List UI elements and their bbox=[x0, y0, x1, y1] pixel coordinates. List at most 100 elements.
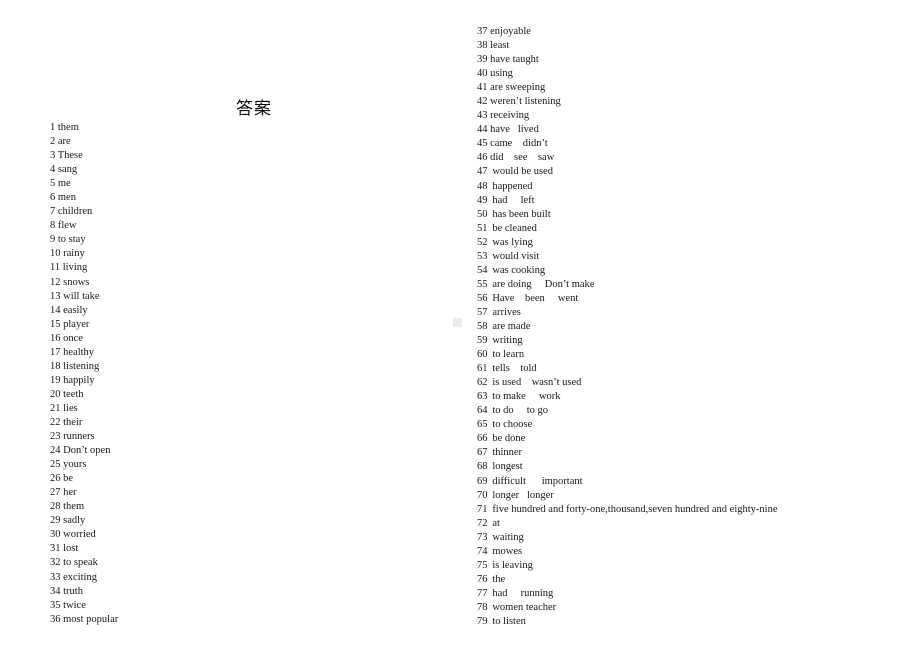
answer-text: was lying bbox=[492, 236, 533, 248]
answer-line: 59 writing bbox=[477, 334, 777, 348]
answer-text: lies bbox=[63, 402, 78, 414]
answer-number: 40 bbox=[477, 68, 488, 80]
answer-line: 11 living bbox=[50, 261, 118, 275]
answer-line: 37 enjoyable bbox=[477, 25, 777, 39]
answer-number: 1 bbox=[50, 122, 56, 133]
answer-line: 62 is used wasn’t used bbox=[477, 376, 777, 390]
answer-line: 72 at bbox=[477, 517, 777, 531]
answer-text: did see saw bbox=[490, 152, 555, 164]
answer-line: 38 least bbox=[477, 39, 777, 53]
answer-number: 29 bbox=[50, 515, 61, 527]
answer-text: has been built bbox=[492, 208, 551, 220]
answer-text: their bbox=[63, 416, 83, 428]
answer-line: 55 are doing Don’t make bbox=[477, 278, 777, 292]
answer-text: to stay bbox=[57, 234, 86, 246]
answer-number: 75 bbox=[477, 559, 488, 571]
answer-line: 4 sang bbox=[50, 163, 118, 177]
answer-text: tells told bbox=[492, 363, 537, 375]
answer-text: have taught bbox=[490, 54, 539, 66]
answer-number: 79 bbox=[477, 615, 488, 627]
answer-number: 22 bbox=[50, 416, 61, 428]
answer-line: 30 worried bbox=[50, 528, 118, 542]
answer-number: 28 bbox=[50, 501, 61, 513]
answer-text: to learn bbox=[492, 349, 525, 361]
answer-number: 77 bbox=[477, 587, 488, 599]
answers-column-right: 37 enjoyable 38 least 39 have taught 40 usi… bbox=[477, 25, 777, 629]
answer-line: 3 These bbox=[50, 149, 118, 163]
answer-text: is used wasn’t used bbox=[492, 377, 582, 389]
answer-number: 57 bbox=[477, 306, 488, 318]
answer-number: 4 bbox=[50, 164, 56, 176]
answer-text: difficult important bbox=[492, 475, 583, 487]
answer-text: once bbox=[63, 332, 83, 344]
answer-text: came didn’t bbox=[490, 138, 548, 150]
answer-number: 20 bbox=[50, 388, 61, 400]
document-page: 答案 1 them 2 are 3 These 4 sang 5 me 6 men 7 ch… bbox=[0, 0, 920, 650]
answer-text: to listen bbox=[492, 615, 526, 627]
answer-number: 72 bbox=[477, 517, 488, 529]
answer-text: would be used bbox=[492, 166, 553, 178]
page-title: 答案 bbox=[236, 99, 272, 119]
answer-number: 17 bbox=[50, 346, 61, 358]
answer-text: happened bbox=[492, 180, 533, 192]
answer-text: using bbox=[490, 68, 513, 80]
answer-text: sadly bbox=[63, 515, 86, 527]
answer-text: longer longer bbox=[492, 489, 554, 501]
answer-line: 25 yours bbox=[50, 458, 118, 472]
answer-text: to speak bbox=[63, 557, 98, 569]
answer-number: 9 bbox=[50, 234, 56, 246]
answer-line: 66 be done bbox=[477, 432, 777, 446]
answer-number: 54 bbox=[477, 264, 488, 276]
answer-number: 32 bbox=[50, 557, 61, 569]
answer-number: 45 bbox=[477, 138, 488, 150]
answer-text: sang bbox=[57, 164, 78, 176]
answer-line: 70 longer longer bbox=[477, 489, 777, 503]
answer-line: 2 are bbox=[50, 135, 118, 149]
answer-number: 60 bbox=[477, 349, 488, 361]
answer-text: healthy bbox=[63, 346, 95, 358]
answer-text: had left bbox=[492, 194, 535, 206]
answer-number: 71 bbox=[477, 503, 488, 515]
answer-text: her bbox=[63, 487, 77, 499]
answer-number: 46 bbox=[477, 152, 488, 164]
answer-number: 78 bbox=[477, 601, 488, 613]
answer-text: listening bbox=[63, 360, 100, 372]
answer-text: five hundred and forty-one,thousand,seve… bbox=[492, 503, 778, 515]
answer-number: 8 bbox=[50, 220, 56, 232]
answer-number: 65 bbox=[477, 419, 488, 431]
answer-text: weren’t listening bbox=[490, 96, 561, 108]
answer-line: 28 them bbox=[50, 500, 118, 514]
answer-text: Have been went bbox=[492, 292, 579, 304]
answer-text: had running bbox=[492, 587, 554, 599]
answer-text: writing bbox=[492, 335, 523, 347]
answer-number: 47 bbox=[477, 166, 488, 178]
answer-text: the bbox=[492, 573, 506, 585]
answer-number: 48 bbox=[477, 180, 488, 192]
answer-number: 39 bbox=[477, 54, 488, 66]
answer-text: would visit bbox=[492, 250, 540, 262]
answer-text: at bbox=[492, 517, 500, 529]
answer-number: 58 bbox=[477, 320, 488, 332]
answer-text: yours bbox=[63, 459, 87, 471]
answer-line: 71 five hundred and forty-one,thousand,s… bbox=[477, 503, 777, 517]
answer-line: 61 tells told bbox=[477, 362, 777, 376]
answer-text: rainy bbox=[63, 248, 85, 260]
answer-number: 13 bbox=[50, 290, 61, 302]
answer-text: worried bbox=[63, 529, 96, 541]
answer-line: 58 are made bbox=[477, 320, 777, 334]
answer-line: 36 most popular bbox=[50, 613, 118, 627]
answer-line: 7 children bbox=[50, 205, 118, 219]
answer-text: be bbox=[63, 473, 74, 485]
answer-number: 14 bbox=[50, 304, 61, 316]
answer-number: 34 bbox=[50, 585, 61, 597]
answer-text: are sweeping bbox=[490, 82, 546, 94]
answer-line: 79 to listen bbox=[477, 615, 777, 629]
answer-text: teeth bbox=[63, 388, 84, 400]
answer-line: 12 snows bbox=[50, 276, 118, 290]
answer-number: 67 bbox=[477, 447, 488, 459]
answer-line: 9 to stay bbox=[50, 233, 118, 247]
answer-text: living bbox=[62, 262, 88, 274]
answer-number: 36 bbox=[50, 613, 61, 625]
answer-text: These bbox=[57, 150, 83, 162]
answer-number: 11 bbox=[50, 262, 61, 274]
